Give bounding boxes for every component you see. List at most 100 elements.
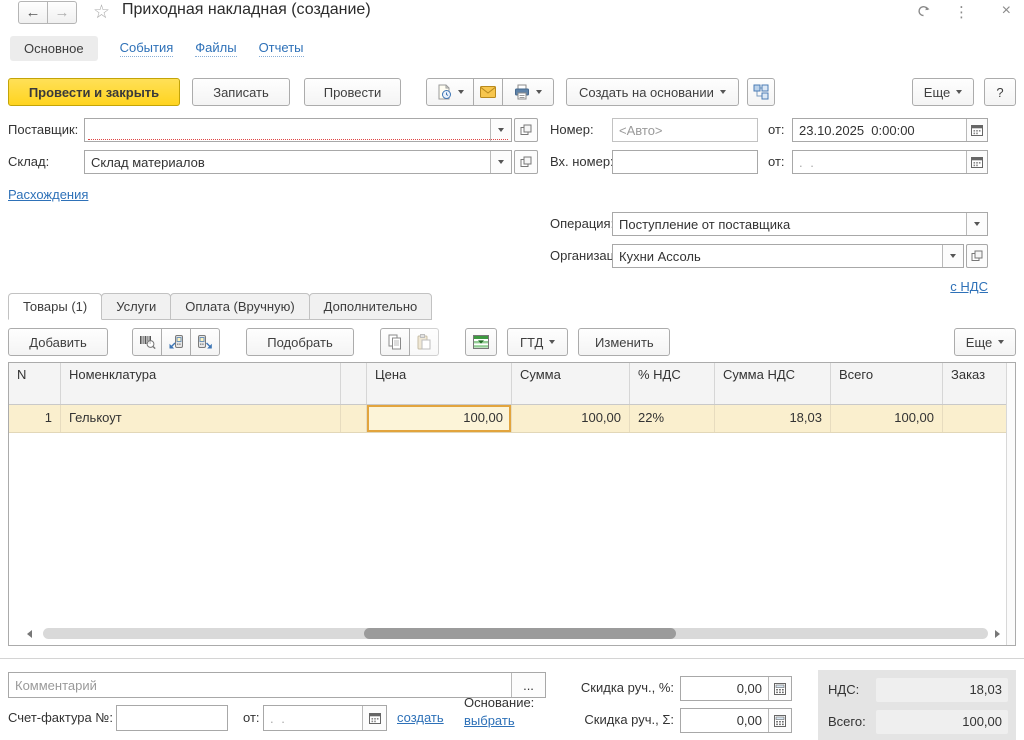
invoice-date-label: от: <box>243 710 260 725</box>
vertical-scrollbar[interactable] <box>1006 363 1015 645</box>
paste-icon <box>417 334 431 350</box>
copy-rows-button[interactable] <box>380 328 410 356</box>
tab-services[interactable]: Услуги <box>101 293 172 320</box>
discount-percent-field[interactable] <box>680 676 792 701</box>
operation-dropdown-button[interactable] <box>966 213 987 235</box>
invoice-date-field[interactable] <box>263 705 387 731</box>
cell-vat-percent[interactable]: 22% <box>630 405 715 432</box>
cell-order[interactable] <box>943 405 1015 432</box>
tab-reports[interactable]: Отчеты <box>258 40 304 57</box>
document-clock-icon <box>436 84 452 100</box>
scroll-right-icon[interactable] <box>995 630 1000 638</box>
date-field[interactable] <box>792 118 988 142</box>
number-input[interactable] <box>613 119 757 141</box>
incoming-number-input[interactable] <box>613 151 757 173</box>
supplier-open-button[interactable] <box>514 118 538 142</box>
discount-sum-input[interactable] <box>681 709 768 732</box>
cell-n[interactable]: 1 <box>9 405 61 432</box>
vat-mode-link[interactable]: с НДС <box>950 275 988 299</box>
tab-events[interactable]: События <box>119 40 174 57</box>
table-settings-button[interactable] <box>465 328 497 356</box>
table-toolbar: Добавить Подобрать ГТД Изменить Еще <box>8 328 1016 356</box>
cell-spacer[interactable] <box>341 405 367 432</box>
invoice-number-field[interactable] <box>116 705 228 731</box>
supplier-field[interactable] <box>84 118 512 142</box>
tab-additional[interactable]: Дополнительно <box>308 293 433 320</box>
supplier-label: Поставщик: <box>8 122 79 137</box>
help-button[interactable]: ? <box>984 78 1016 106</box>
cell-total[interactable]: 100,00 <box>831 405 943 432</box>
post-and-close-button[interactable]: Провести и закрыть <box>8 78 180 106</box>
cell-sum[interactable]: 100,00 <box>512 405 630 432</box>
invoice-number-input[interactable] <box>117 706 227 730</box>
more-menu-icon[interactable]: ⋮ <box>954 3 969 21</box>
open-form-icon <box>520 156 532 168</box>
number-field[interactable] <box>612 118 758 142</box>
document-structure-button[interactable] <box>746 78 775 106</box>
basis-select-link[interactable]: выбрать <box>464 712 515 729</box>
post-button[interactable]: Провести <box>304 78 401 106</box>
incoming-date-calendar-button[interactable] <box>966 151 987 173</box>
organization-open-button[interactable] <box>966 244 988 268</box>
load-from-terminal-button[interactable] <box>161 328 191 356</box>
tab-files[interactable]: Файлы <box>195 40 237 57</box>
close-icon[interactable]: × <box>1002 2 1011 20</box>
scrollbar-thumb[interactable] <box>364 628 677 639</box>
discount-sum-field[interactable] <box>680 708 792 733</box>
get-link-icon[interactable] <box>915 4 932 19</box>
table-row[interactable]: 1 Гелькоут 100,00 100,00 22% 18,03 100,0… <box>9 405 1015 433</box>
paste-rows-button[interactable] <box>409 328 439 356</box>
back-button[interactable]: ← <box>18 1 48 24</box>
edit-row-button[interactable]: Изменить <box>578 328 671 356</box>
warehouse-field[interactable] <box>84 150 512 174</box>
date-input[interactable] <box>793 119 966 141</box>
page-title: Приходная накладная (создание) <box>122 1 371 18</box>
date-calendar-button[interactable] <box>966 119 987 141</box>
cell-vat-sum[interactable]: 18,03 <box>715 405 831 432</box>
operation-field[interactable] <box>612 212 988 236</box>
save-button[interactable]: Записать <box>192 78 290 106</box>
print-button[interactable] <box>502 78 554 106</box>
cell-nomenclature[interactable]: Гелькоут <box>61 405 341 432</box>
invoice-create-link[interactable]: создать <box>397 705 444 731</box>
discount-percent-calc-button[interactable] <box>768 677 791 700</box>
gtd-button[interactable]: ГТД <box>507 328 569 356</box>
discount-sum-calc-button[interactable] <box>768 709 791 732</box>
create-based-on-button[interactable]: Создать на основании <box>566 78 739 106</box>
warehouse-dropdown-button[interactable] <box>490 151 511 173</box>
barcode-scan-button[interactable] <box>132 328 162 356</box>
supplier-dropdown-button[interactable] <box>490 119 511 141</box>
send-email-button[interactable] <box>473 78 503 106</box>
supplier-input[interactable] <box>85 119 490 141</box>
table-more-button[interactable]: Еще <box>954 328 1016 356</box>
incoming-date-field[interactable] <box>792 150 988 174</box>
tab-goods[interactable]: Товары (1) <box>8 293 103 320</box>
comment-input[interactable] <box>9 673 511 697</box>
table-columns-icon <box>473 335 489 349</box>
scroll-left-icon[interactable] <box>27 630 32 638</box>
post-later-button[interactable] <box>426 78 474 106</box>
invoice-date-calendar-button[interactable] <box>362 706 386 730</box>
discount-percent-input[interactable] <box>681 677 768 700</box>
warehouse-input[interactable] <box>85 151 490 173</box>
scrollbar-track[interactable] <box>43 628 988 639</box>
favorite-star-icon[interactable]: ☆ <box>93 2 110 24</box>
cell-price-selected[interactable]: 100,00 <box>367 405 512 432</box>
more-actions-button[interactable]: Еще <box>912 78 974 106</box>
discrepancies-link[interactable]: Расхождения <box>8 183 88 207</box>
organization-input[interactable] <box>613 245 942 267</box>
operation-input[interactable] <box>613 213 966 235</box>
incoming-number-field[interactable] <box>612 150 758 174</box>
incoming-date-input[interactable] <box>793 151 966 173</box>
unload-to-terminal-button[interactable] <box>190 328 220 356</box>
organization-dropdown-button[interactable] <box>942 245 963 267</box>
tab-main[interactable]: Основное <box>10 36 98 61</box>
pick-items-button[interactable]: Подобрать <box>246 328 354 356</box>
organization-field[interactable] <box>612 244 964 268</box>
caret-down-icon <box>974 222 980 226</box>
forward-button[interactable]: → <box>47 1 77 24</box>
tab-payment[interactable]: Оплата (Вручную) <box>170 293 310 320</box>
invoice-date-input[interactable] <box>264 706 362 730</box>
warehouse-open-button[interactable] <box>514 150 538 174</box>
add-row-button[interactable]: Добавить <box>8 328 108 356</box>
